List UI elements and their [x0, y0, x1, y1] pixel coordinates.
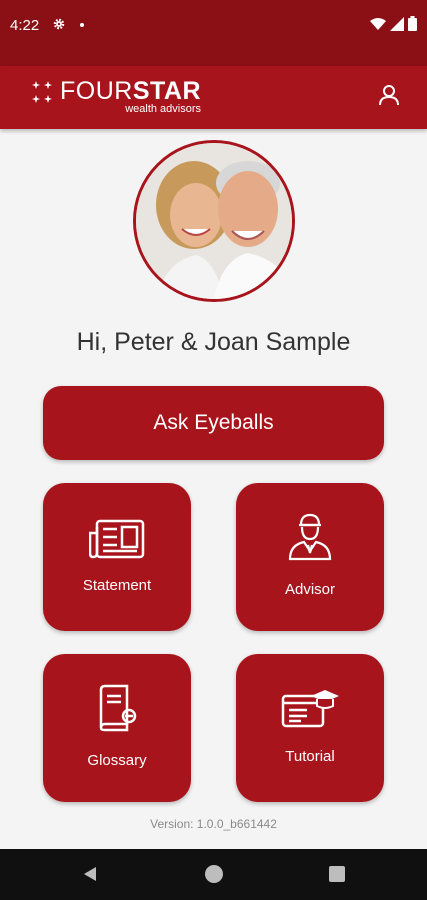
tutorial-label: Tutorial	[285, 748, 335, 765]
ask-eyeballs-button[interactable]: Ask Eyeballs	[43, 386, 384, 460]
logo-text-four: FOUR	[60, 77, 133, 105]
newspaper-icon	[89, 519, 145, 559]
version-text: Version: 1.0.0_b661442	[150, 817, 277, 831]
advisor-label: Advisor	[284, 581, 336, 598]
book-icon	[99, 684, 137, 732]
app-bar: FOURSTAR wealth advisors	[0, 66, 427, 129]
greeting-text: Hi, Peter & Joan Sample	[76, 328, 351, 356]
statement-tile-button[interactable]: Statement	[43, 483, 191, 631]
status-bar: 4:22	[0, 0, 427, 66]
notification-dot-icon	[80, 23, 84, 27]
profile-icon[interactable]	[377, 83, 401, 107]
logo-text-star: STAR	[132, 77, 202, 105]
back-icon[interactable]	[82, 866, 98, 882]
tutorial-tile-button[interactable]: Tutorial	[236, 654, 384, 802]
status-time: 4:22	[10, 17, 40, 34]
system-nav-bar	[0, 849, 427, 900]
recent-apps-icon[interactable]	[329, 866, 345, 882]
glossary-tile-button[interactable]: Glossary	[43, 654, 191, 802]
settings-gear-icon	[53, 18, 65, 30]
signal-icon	[390, 16, 404, 31]
advisor-person-icon	[288, 513, 332, 561]
wifi-icon	[370, 17, 386, 30]
advisor-tile-button[interactable]: Advisor	[236, 483, 384, 631]
home-icon[interactable]	[205, 865, 223, 883]
glossary-label: Glossary	[87, 752, 147, 769]
couple-photo-image	[136, 143, 292, 299]
ask-eyeballs-label: Ask Eyeballs	[153, 411, 274, 434]
graduation-cap-screen-icon	[281, 690, 339, 728]
stars-logo-icon	[32, 81, 52, 103]
couple-avatar	[133, 140, 295, 302]
fourstar-logo: FOURSTAR wealth advisors	[30, 78, 201, 115]
battery-icon	[408, 16, 417, 31]
status-icons	[370, 16, 417, 31]
statement-label: Statement	[82, 577, 152, 594]
